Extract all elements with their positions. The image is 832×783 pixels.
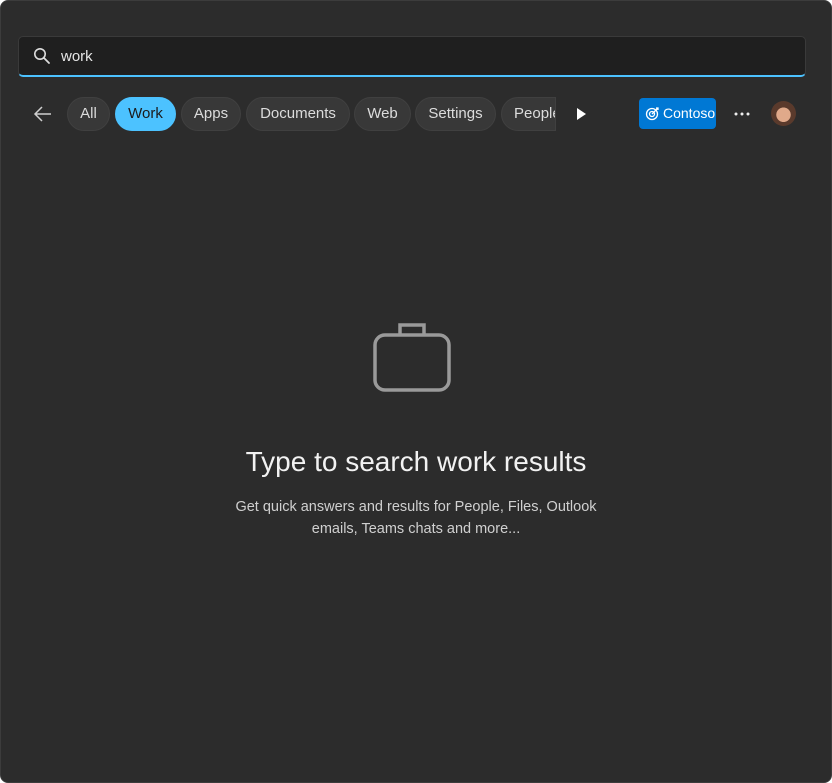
tab-web[interactable]: Web xyxy=(354,97,411,131)
tab-settings[interactable]: Settings xyxy=(415,97,496,131)
search-icon xyxy=(34,48,50,64)
briefcase-icon xyxy=(373,323,451,392)
tab-all[interactable]: All xyxy=(67,97,110,131)
target-icon xyxy=(645,107,659,121)
more-horizontal-icon[interactable] xyxy=(731,103,753,125)
search-input[interactable] xyxy=(61,37,761,75)
empty-state-subtitle: Get quick answers and results for People… xyxy=(216,496,616,540)
subtitle-line: emails, Teams chats and more... xyxy=(311,521,521,537)
search-window: All Work Apps Documents Web Settings Peo… xyxy=(0,0,832,783)
tab-people[interactable]: People xyxy=(501,97,556,131)
avatar[interactable] xyxy=(771,101,796,126)
arrow-left-icon[interactable] xyxy=(32,103,54,125)
tab-apps[interactable]: Apps xyxy=(181,97,241,131)
subtitle-line: Get quick answers and results for People… xyxy=(235,499,597,515)
tab-work[interactable]: Work xyxy=(115,97,176,131)
tab-documents[interactable]: Documents xyxy=(246,97,350,131)
empty-state-title: Type to search work results xyxy=(245,446,587,477)
search-box[interactable] xyxy=(18,36,806,77)
org-button[interactable]: Contoso xyxy=(639,98,716,129)
org-label: Contoso xyxy=(663,105,716,121)
play-right-icon[interactable] xyxy=(575,106,589,122)
